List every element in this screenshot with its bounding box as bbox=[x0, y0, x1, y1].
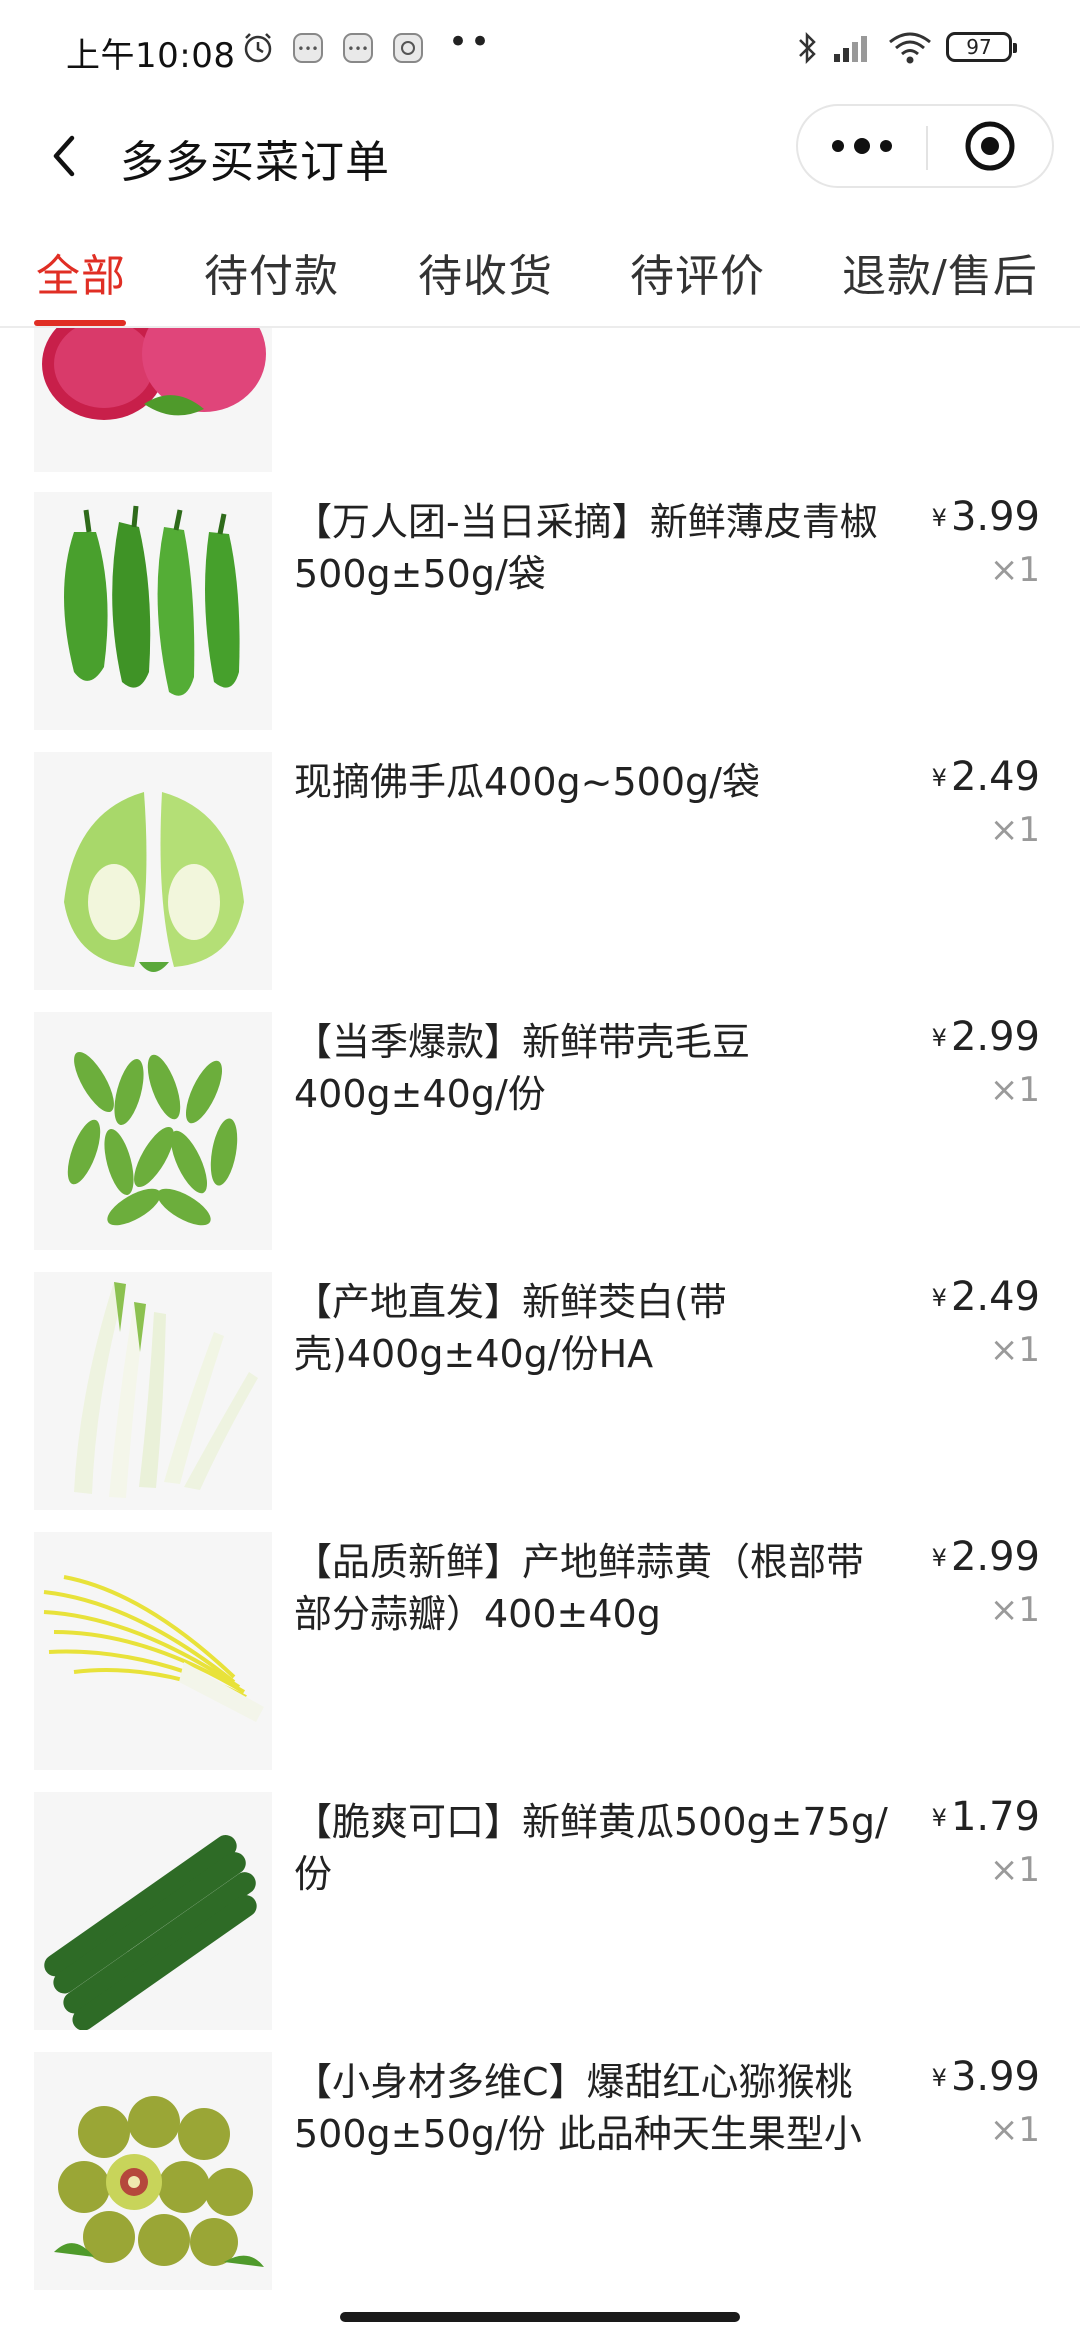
tab-all[interactable]: 全部 bbox=[36, 240, 126, 304]
price-value: 2.99 bbox=[950, 1014, 1040, 1060]
status-bar: 上午10:08 ••• ••• •• 97 bbox=[0, 0, 1080, 100]
currency-symbol: ¥ bbox=[931, 504, 947, 532]
product-name: 【产地直发】新鲜茭白(带壳)400g±40g/份HA bbox=[294, 1280, 727, 1376]
more-dots-icon[interactable] bbox=[798, 106, 926, 186]
product-quantity: ×1 bbox=[989, 550, 1040, 590]
price-value: 1.79 bbox=[950, 1794, 1040, 1840]
product-quantity: ×1 bbox=[989, 1330, 1040, 1370]
product-quantity: ×1 bbox=[989, 1850, 1040, 1890]
battery-icon: 97 bbox=[946, 32, 1017, 62]
list-item[interactable]: 【万人团-当日采摘】新鲜薄皮青椒500g±50g/袋 ¥3.99 ×1 bbox=[0, 492, 1080, 752]
page-title: 多多买菜订单 bbox=[120, 137, 390, 188]
list-item[interactable]: 【小身材多维C】爆甜红心猕猴桃500g±50g/份 此品种天生果型小 ¥3.99… bbox=[0, 2052, 1080, 2294]
price-value: 2.49 bbox=[950, 754, 1040, 800]
product-quantity: ×1 bbox=[989, 1590, 1040, 1630]
product-price: ¥2.99 bbox=[932, 1014, 1040, 1060]
price-value: 2.49 bbox=[950, 1274, 1040, 1320]
currency-symbol: ¥ bbox=[931, 1024, 947, 1052]
tab-pending-payment[interactable]: 待付款 bbox=[204, 240, 339, 304]
currency-symbol: ¥ bbox=[931, 764, 947, 792]
app-notification-icon: ••• bbox=[293, 33, 323, 63]
product-name: 【小身材多维C】爆甜红心猕猴桃500g±50g/份 此品种天生果型小 bbox=[294, 2060, 862, 2156]
svg-text:•••: ••• bbox=[297, 42, 318, 56]
order-item-list[interactable]: 【万人团-当日采摘】新鲜薄皮青椒500g±50g/袋 ¥3.99 ×1 现摘佛手… bbox=[0, 328, 1080, 2294]
product-image-cucumber bbox=[34, 1792, 272, 2030]
currency-symbol: ¥ bbox=[931, 1284, 947, 1312]
product-price: ¥1.79 bbox=[932, 1794, 1040, 1840]
product-price: ¥2.99 bbox=[932, 1534, 1040, 1580]
app-notification-icon bbox=[393, 33, 423, 63]
price-value: 2.99 bbox=[950, 1534, 1040, 1580]
currency-symbol: ¥ bbox=[931, 1544, 947, 1572]
tab-pending-receipt[interactable]: 待收货 bbox=[418, 240, 553, 304]
order-tabs: 全部 待付款 待收货 待评价 退款/售后 bbox=[0, 220, 1080, 328]
list-item[interactable]: 现摘佛手瓜400g~500g/袋 ¥2.49 ×1 bbox=[0, 752, 1080, 1012]
status-time: 上午10:08 bbox=[66, 36, 236, 76]
price-value: 3.99 bbox=[950, 494, 1040, 540]
product-name: 【当季爆款】新鲜带壳毛豆400g±40g/份 bbox=[294, 1020, 751, 1116]
product-price: ¥2.49 bbox=[932, 1274, 1040, 1320]
svg-text:•••: ••• bbox=[347, 42, 368, 56]
home-indicator[interactable] bbox=[340, 2312, 740, 2322]
currency-symbol: ¥ bbox=[931, 2064, 947, 2092]
bluetooth-icon bbox=[799, 31, 816, 65]
product-image-dragon-fruit bbox=[34, 328, 272, 472]
back-arrow-icon[interactable] bbox=[36, 124, 92, 188]
product-quantity: ×1 bbox=[989, 1070, 1040, 1110]
product-image-edamame bbox=[34, 1012, 272, 1250]
product-quantity: ×1 bbox=[989, 2110, 1040, 2150]
more-notifications: •• bbox=[448, 22, 493, 62]
active-tab-indicator bbox=[34, 320, 126, 326]
product-image-water-bamboo bbox=[34, 1272, 272, 1510]
product-name: 现摘佛手瓜400g~500g/袋 bbox=[294, 760, 760, 804]
product-name: 【脆爽可口】新鲜黄瓜500g±75g/份 bbox=[294, 1800, 888, 1896]
product-price: ¥2.49 bbox=[932, 754, 1040, 800]
alarm-icon bbox=[244, 33, 272, 63]
tab-refund-aftersale[interactable]: 退款/售后 bbox=[842, 240, 1038, 304]
product-image-yellow-chives bbox=[34, 1532, 272, 1770]
product-image-green-pepper bbox=[34, 492, 272, 730]
list-item[interactable]: 【品质新鲜】产地鲜蒜黄（根部带部分蒜瓣）400±40g ¥2.99 ×1 bbox=[0, 1532, 1080, 1792]
product-price: ¥3.99 bbox=[932, 2054, 1040, 2100]
tab-pending-review[interactable]: 待评价 bbox=[630, 240, 765, 304]
list-item[interactable]: 【脆爽可口】新鲜黄瓜500g±75g/份 ¥1.79 ×1 bbox=[0, 1792, 1080, 2052]
product-image-kiwi bbox=[34, 2052, 272, 2290]
price-value: 3.99 bbox=[950, 2054, 1040, 2100]
currency-symbol: ¥ bbox=[931, 1804, 947, 1832]
app-notification-icon: ••• bbox=[343, 33, 373, 63]
product-image-chayote bbox=[34, 752, 272, 990]
product-name: 【品质新鲜】产地鲜蒜黄（根部带部分蒜瓣）400±40g bbox=[294, 1540, 865, 1636]
list-item-partial[interactable] bbox=[0, 328, 1080, 494]
product-name: 【万人团-当日采摘】新鲜薄皮青椒500g±50g/袋 bbox=[294, 500, 878, 596]
list-item[interactable]: 【当季爆款】新鲜带壳毛豆400g±40g/份 ¥2.99 ×1 bbox=[0, 1012, 1080, 1272]
close-target-icon[interactable] bbox=[928, 106, 1052, 186]
wifi-icon bbox=[889, 32, 931, 64]
mini-program-capsule bbox=[796, 104, 1054, 188]
nav-header: 多多买菜订单 bbox=[0, 100, 1080, 212]
signal-icon bbox=[834, 36, 867, 62]
list-item[interactable]: 【产地直发】新鲜茭白(带壳)400g±40g/份HA ¥2.49 ×1 bbox=[0, 1272, 1080, 1532]
product-quantity: ×1 bbox=[989, 810, 1040, 850]
order-page: 上午10:08 ••• ••• •• 97 多多买菜订单 全部 待付款 待收货 … bbox=[0, 0, 1080, 2340]
product-price: ¥3.99 bbox=[932, 494, 1040, 540]
